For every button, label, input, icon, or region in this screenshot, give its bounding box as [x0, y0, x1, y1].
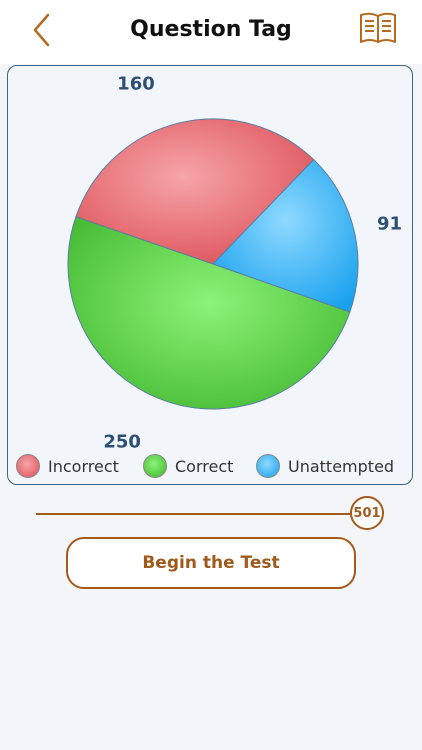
pie-label-correct: 250: [103, 432, 141, 452]
chart-legend: Incorrect Correct Unattempted: [8, 452, 414, 480]
pie-label-unattempted: 91: [377, 213, 402, 234]
legend-item-unattempted: Unattempted: [256, 452, 394, 480]
slider-track[interactable]: [36, 513, 354, 515]
header-bar: Question Tag: [0, 0, 422, 64]
begin-test-label: Begin the Test: [142, 553, 280, 573]
chart-card: 160 91 250 Incorrect Correct Unattempted: [7, 65, 413, 485]
pie-label-incorrect: 160: [117, 74, 155, 95]
legend-label-correct: Correct: [175, 456, 234, 476]
book-button[interactable]: [358, 11, 398, 47]
legend-label-unattempted: Unattempted: [288, 456, 395, 476]
book-icon: [360, 12, 396, 43]
legend-dot-correct: [143, 454, 167, 478]
legend-item-incorrect: Incorrect: [16, 452, 119, 480]
slider-value: 501: [353, 505, 381, 521]
legend-dot-incorrect: [16, 454, 40, 478]
pie-chart: 160 91 250: [67, 74, 402, 452]
legend-item-correct: Correct: [143, 452, 233, 480]
slider-thumb[interactable]: 501: [350, 496, 384, 530]
begin-test-button[interactable]: Begin the Test: [66, 537, 356, 589]
legend-dot-unattempted: [256, 454, 280, 478]
legend-label-incorrect: Incorrect: [48, 456, 119, 476]
question-count-slider[interactable]: 501: [36, 496, 390, 532]
